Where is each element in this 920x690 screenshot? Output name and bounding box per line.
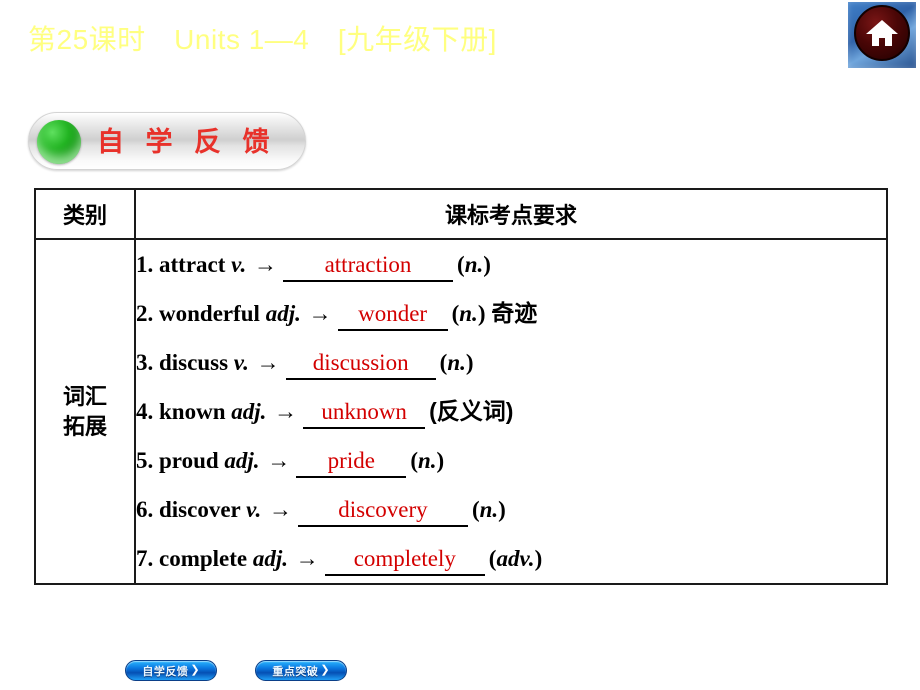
chevron-right-icon: ❯ bbox=[190, 664, 200, 676]
vocab-answer-blank: pride bbox=[296, 446, 407, 478]
vocab-answer-blank: discovery bbox=[297, 495, 468, 527]
vocab-item-number: 3. bbox=[136, 350, 154, 375]
vocab-item: 7. complete adj. → completely (adv.) bbox=[136, 534, 886, 583]
chevron-right-icon: ❯ bbox=[320, 664, 330, 676]
vocab-item-word: proud bbox=[159, 448, 219, 473]
arrow-icon: → bbox=[274, 399, 298, 424]
vocab-result-part-of-speech: (n.) bbox=[410, 448, 445, 473]
arrow-icon: → bbox=[295, 546, 319, 571]
vocab-item-word: wonderful bbox=[159, 301, 260, 326]
footer-nav-button-label: 重点突破 bbox=[272, 665, 319, 678]
vocab-item: 6. discover v. → discovery (n.) bbox=[136, 485, 886, 534]
slide-header: 第25课时 Units 1—4 [九年级下册] bbox=[0, 0, 920, 88]
vocab-item: 1. attract v. → attraction (n.) bbox=[136, 240, 886, 289]
footer-nav-button[interactable]: 自学反馈 ❯ bbox=[125, 660, 217, 681]
arrow-icon: → bbox=[256, 350, 280, 375]
vocab-item-word: discuss bbox=[159, 350, 229, 375]
vocabulary-table: 类别 课标考点要求 词汇 拓展 1. attract v. → attractio… bbox=[34, 188, 888, 585]
footer-nav-button[interactable]: 重点突破 ❯ bbox=[255, 660, 347, 681]
vocab-answer-blank: discussion bbox=[285, 348, 436, 380]
vocab-item-part-of-speech: v. bbox=[231, 252, 247, 277]
vocab-item-part-of-speech: adj. bbox=[231, 399, 267, 424]
vocab-item-number: 7. bbox=[136, 546, 154, 571]
vocab-answer-blank: unknown bbox=[303, 397, 426, 429]
vocab-item: 5. proud adj. → pride (n.) bbox=[136, 436, 886, 485]
vocab-answer-blank: attraction bbox=[283, 250, 454, 282]
table-header-category: 类别 bbox=[34, 188, 136, 240]
footer-navigation: 自学反馈 ❯ 重点突破 ❯ bbox=[125, 660, 347, 681]
section-title: 自 学 反 馈 bbox=[97, 127, 277, 157]
vocab-item: 2. wonderful adj. → wonder (n.) 奇迹 bbox=[136, 289, 886, 338]
vocab-result-part-of-speech: (n.) bbox=[457, 252, 491, 277]
arrow-icon: → bbox=[268, 497, 292, 522]
green-ball-icon bbox=[37, 120, 81, 164]
vocab-item-part-of-speech: v. bbox=[233, 350, 249, 375]
vocab-item-number: 2. bbox=[136, 301, 154, 326]
vocab-item-word: attract bbox=[159, 252, 226, 277]
table-row: 词汇 拓展 1. attract v. → attraction (n.) 2. wo… bbox=[34, 238, 888, 585]
vocabulary-items-cell: 1. attract v. → attraction (n.) 2. wonderfu… bbox=[134, 238, 888, 585]
vocab-item-part-of-speech: adj. bbox=[224, 448, 260, 473]
vocab-answer-blank: completely bbox=[324, 544, 485, 576]
vocab-item-chinese-note: 奇迹 bbox=[491, 300, 538, 326]
vocab-item: 3. discuss v. → discussion (n.) bbox=[136, 338, 886, 387]
vocab-result-part-of-speech: (n.) bbox=[471, 497, 506, 522]
vocab-item-word: discover bbox=[159, 497, 241, 522]
home-button[interactable] bbox=[848, 2, 916, 68]
vocab-item-word: complete bbox=[159, 546, 248, 571]
page-title: 第25课时 Units 1—4 [九年级下册] bbox=[28, 24, 497, 55]
category-label-vocab-expansion: 词汇 拓展 bbox=[34, 238, 136, 585]
table-header-requirement: 课标考点要求 bbox=[134, 188, 888, 240]
arrow-icon: → bbox=[267, 448, 291, 473]
vocab-item-number: 4. bbox=[136, 399, 154, 424]
vocab-result-part-of-speech: (n.) bbox=[451, 301, 486, 326]
vocab-item-number: 1. bbox=[136, 252, 154, 277]
vocab-result-part-of-speech: (n.) bbox=[439, 350, 474, 375]
vocab-item-word: known bbox=[159, 399, 226, 424]
section-header-banner: 自 学 反 馈 bbox=[28, 112, 306, 170]
arrow-icon: → bbox=[308, 301, 332, 326]
vocab-item-chinese-note: (反义词) bbox=[429, 398, 514, 424]
vocabulary-list: 1. attract v. → attraction (n.) 2. wonderfu… bbox=[136, 240, 886, 583]
vocab-item-number: 6. bbox=[136, 497, 154, 522]
arrow-icon: → bbox=[254, 252, 278, 277]
vocab-answer-blank: wonder bbox=[337, 299, 448, 331]
footer-nav-button-label: 自学反馈 bbox=[142, 665, 189, 678]
vocab-item: 4. known adj. → unknown (反义词) bbox=[136, 387, 886, 436]
table-header-row: 类别 课标考点要求 bbox=[34, 188, 888, 240]
vocab-item-part-of-speech: adj. bbox=[265, 301, 301, 326]
vocab-item-part-of-speech: v. bbox=[246, 497, 262, 522]
vocab-result-part-of-speech: (adv.) bbox=[488, 546, 543, 571]
vocab-item-part-of-speech: adj. bbox=[252, 546, 289, 571]
vocab-item-number: 5. bbox=[136, 448, 154, 473]
home-icon bbox=[854, 5, 910, 61]
